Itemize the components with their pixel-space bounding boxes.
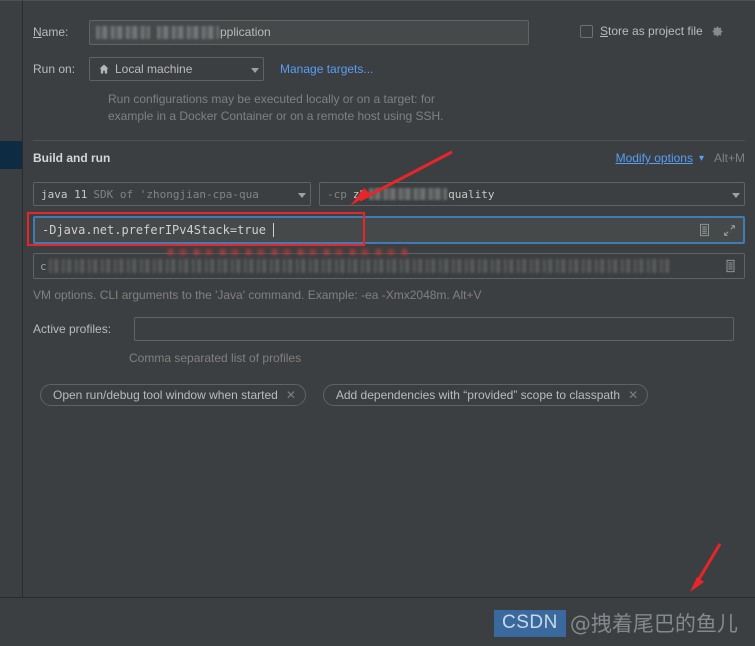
section-divider bbox=[33, 140, 745, 141]
expand-icon[interactable] bbox=[721, 222, 737, 238]
active-profiles-label: Active profiles: bbox=[33, 322, 112, 336]
run-on-description-line-1: Run configurations may be executed local… bbox=[108, 92, 435, 106]
pill-add-provided-scope-dependencies[interactable]: Add dependencies with “provided” scope t… bbox=[322, 384, 649, 406]
classpath-prefix: -cp bbox=[327, 187, 347, 201]
run-on-description-line-2: example in a Docker Container or on a re… bbox=[108, 109, 444, 123]
vm-options-hint: VM options. CLI arguments to the 'Java' … bbox=[33, 288, 482, 302]
active-profiles-hint: Comma separated list of profiles bbox=[129, 351, 302, 365]
classpath-suffix: quality bbox=[448, 187, 495, 201]
classpath-redacted-block bbox=[369, 188, 448, 200]
run-on-description: Run configurations may be executed local… bbox=[108, 91, 628, 125]
store-label-mnemonic: S bbox=[600, 24, 609, 38]
run-on-label: Run on: bbox=[33, 62, 76, 76]
main-class-input[interactable]: c bbox=[33, 253, 745, 279]
run-on-target-combobox[interactable]: Local machine bbox=[89, 57, 264, 81]
csdn-watermark-badge: CSDN bbox=[494, 609, 566, 637]
name-label-mnemonic: N bbox=[33, 25, 42, 39]
manage-targets-link[interactable]: Manage targets... bbox=[280, 62, 373, 76]
active-profiles-input[interactable] bbox=[134, 317, 734, 341]
store-as-project-file-row[interactable]: Store as project file bbox=[580, 23, 726, 39]
active-profiles-row: Active profiles: bbox=[33, 317, 745, 341]
close-icon[interactable]: ✕ bbox=[628, 388, 638, 402]
document-list-icon[interactable] bbox=[696, 222, 712, 238]
name-input-visible-text: pplication bbox=[220, 25, 271, 39]
run-on-row: Run on: Local machine Manage targets... bbox=[33, 57, 373, 81]
name-redacted-block-2 bbox=[157, 25, 219, 39]
chevron-down-icon[interactable] bbox=[245, 62, 259, 76]
jdk-chevron-down-icon[interactable] bbox=[292, 187, 306, 201]
build-and-run-header: Build and run Modify options ▾ Alt+M bbox=[33, 151, 745, 165]
jdk-name: java 11 bbox=[41, 187, 88, 201]
name-label: Name: bbox=[33, 25, 89, 39]
main-class-prefix: c bbox=[40, 259, 47, 273]
name-redacted-block-1 bbox=[96, 25, 150, 39]
store-as-project-file-label[interactable]: Store as project file bbox=[600, 24, 703, 38]
gear-icon[interactable] bbox=[710, 23, 726, 39]
modify-options-shortcut: Alt+M bbox=[713, 151, 745, 165]
modify-options-chevron-down-icon[interactable]: ▾ bbox=[699, 153, 704, 164]
store-label-rest: tore as project file bbox=[608, 24, 703, 38]
jdk-detail: SDK of 'zhongjian-cpa-qua bbox=[93, 187, 259, 201]
configurations-tree-sidebar[interactable] bbox=[0, 0, 23, 597]
classpath-module-combobox[interactable]: -cp zh quality bbox=[319, 182, 745, 206]
red-smear-annotation bbox=[168, 249, 408, 255]
pill-open-run-debug-tool-window[interactable]: Open run/debug tool window when started … bbox=[40, 384, 306, 406]
run-on-target-value: Local machine bbox=[115, 62, 193, 76]
main-class-document-list-icon[interactable] bbox=[722, 258, 738, 274]
csdn-watermark: CSDN @拽着尾巴的鱼儿 bbox=[494, 608, 738, 638]
vm-options-value: -Djava.net.preferIPv4Stack=true bbox=[42, 223, 266, 237]
options-pill-row: Open run/debug tool window when started … bbox=[40, 384, 649, 406]
home-icon bbox=[97, 63, 110, 76]
name-label-rest: ame: bbox=[41, 25, 69, 39]
jdk-combobox[interactable]: java 11 SDK of 'zhongjian-cpa-qua bbox=[33, 182, 311, 206]
close-icon[interactable]: ✕ bbox=[286, 388, 296, 402]
vm-options-input[interactable]: -Djava.net.preferIPv4Stack=true bbox=[33, 216, 745, 244]
sidebar-selected-configuration[interactable] bbox=[0, 141, 22, 169]
classpath-chevron-down-icon[interactable] bbox=[726, 187, 740, 201]
main-class-redacted-block bbox=[48, 259, 669, 273]
classpath-redacted-head: zh bbox=[352, 187, 367, 201]
csdn-watermark-author: @拽着尾巴的鱼儿 bbox=[569, 612, 738, 636]
configuration-editor-pane: Name: pplication Store as project file R… bbox=[23, 0, 755, 597]
pill-label: Open run/debug tool window when started bbox=[53, 388, 278, 402]
build-and-run-title: Build and run bbox=[33, 151, 111, 165]
pill-label: Add dependencies with “provided” scope t… bbox=[335, 388, 621, 402]
text-cursor bbox=[272, 223, 274, 237]
modify-options-link[interactable]: Modify options bbox=[616, 151, 693, 165]
name-input[interactable]: pplication bbox=[89, 19, 529, 45]
run-configuration-dialog: Name: pplication Store as project file R… bbox=[0, 0, 755, 646]
store-as-project-file-checkbox[interactable] bbox=[580, 24, 593, 38]
